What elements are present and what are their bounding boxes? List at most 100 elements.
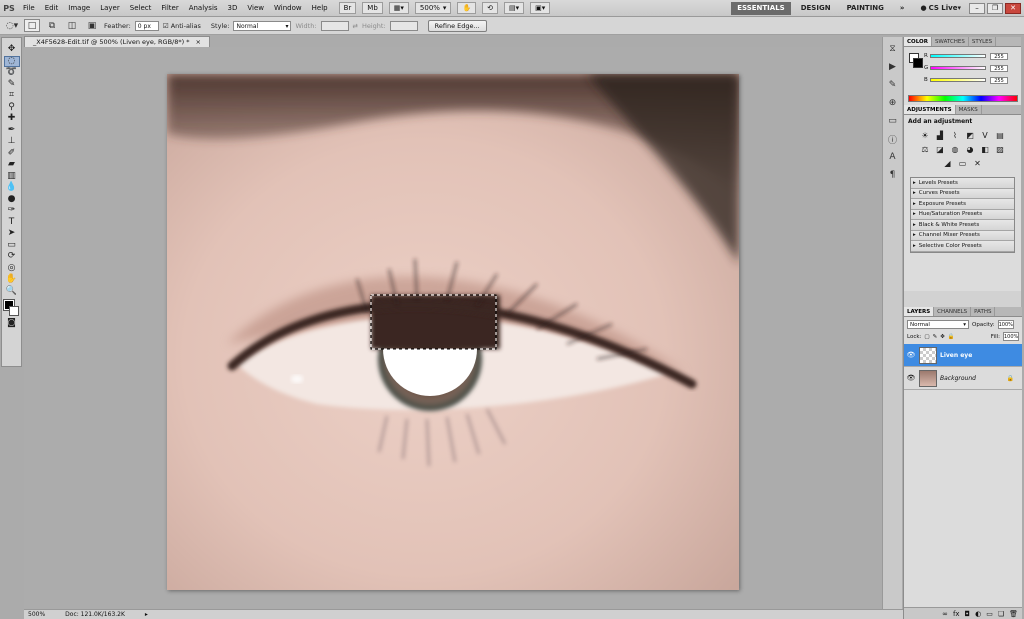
image-canvas[interactable] — [167, 74, 739, 590]
menu-help[interactable]: Help — [307, 4, 333, 12]
actions-icon[interactable]: ▶ — [885, 61, 901, 73]
status-zoom[interactable]: 500% — [28, 611, 45, 618]
menu-select[interactable]: Select — [125, 4, 157, 12]
new-selection-button[interactable]: □ — [24, 19, 40, 32]
workspace-essentials[interactable]: ESSENTIALS — [731, 1, 791, 15]
eye-icon[interactable]: 👁 — [906, 374, 916, 382]
black-white-icon[interactable]: ◪ — [934, 144, 946, 155]
3d-orbit-tool-icon[interactable]: ◎ — [4, 263, 20, 275]
add-mask-icon[interactable]: ◘ — [965, 610, 971, 618]
antialias-checkbox[interactable]: ☑ Anti-alias — [163, 22, 201, 30]
channel-mixer-icon[interactable]: ◕ — [964, 144, 976, 155]
close-button[interactable]: ✕ — [1005, 2, 1021, 14]
menu-edit[interactable]: Edit — [40, 4, 64, 12]
subtract-selection-button[interactable]: ◫ — [64, 19, 80, 32]
red-value[interactable]: 255 — [990, 52, 1008, 60]
disclosure-triangle-icon[interactable]: ▸ — [913, 180, 916, 186]
tab-paths[interactable]: PATHS — [971, 307, 996, 316]
feather-input[interactable]: 0 px — [134, 20, 159, 31]
menu-layer[interactable]: Layer — [95, 4, 125, 12]
blur-tool-icon[interactable]: 💧 — [4, 182, 20, 194]
eraser-tool-icon[interactable]: ▰ — [4, 159, 20, 171]
history-icon[interactable]: ⧖ — [885, 43, 901, 55]
workspace-design[interactable]: DESIGN — [795, 2, 837, 15]
brightness-icon[interactable]: ☀ — [919, 130, 931, 141]
color-balance-icon[interactable]: ⚖ — [919, 144, 931, 155]
document-tab[interactable]: _X4F5628-Edit.tif @ 500% (Liven eye, RGB… — [24, 36, 210, 47]
move-tool-icon[interactable]: ✥ — [4, 44, 20, 56]
spot-healing-tool-icon[interactable]: ✚ — [4, 113, 20, 125]
color-spectrum[interactable] — [908, 95, 1018, 102]
width-input[interactable] — [320, 20, 349, 31]
disclosure-triangle-icon[interactable]: ▸ — [913, 222, 916, 228]
disclosure-triangle-icon[interactable]: ▸ — [913, 243, 916, 249]
adjustment-layer-icon[interactable]: ◐ — [975, 610, 981, 618]
zoom-tool-icon[interactable]: 🔍 — [4, 286, 20, 298]
arrange-documents-button[interactable]: ▤▾ — [504, 2, 525, 14]
new-layer-icon[interactable]: ❏ — [998, 610, 1004, 618]
threshold-icon[interactable]: ◢ — [942, 158, 954, 169]
intersect-selection-button[interactable]: ▣ — [84, 19, 100, 32]
quick-mask-icon[interactable]: ◙ — [4, 318, 20, 330]
red-slider[interactable]: R 255 — [924, 52, 1020, 60]
type-tool-icon[interactable]: T — [4, 217, 20, 229]
blue-value[interactable]: 255 — [990, 76, 1008, 84]
hand-tool-button[interactable]: ✋ — [457, 2, 477, 14]
menu-file[interactable]: File — [18, 4, 40, 12]
minimize-button[interactable]: – — [969, 2, 985, 14]
mini-bridge-button[interactable]: Mb — [362, 2, 383, 14]
lock-pixels-icon[interactable]: ✎ — [933, 334, 938, 340]
clone-source-icon[interactable]: ⊕ — [885, 97, 901, 109]
tab-adjustments[interactable]: ADJUSTMENTS — [904, 105, 956, 114]
close-document-icon[interactable]: × — [195, 38, 200, 46]
exposure-icon[interactable]: ◩ — [964, 130, 976, 141]
eyedropper-tool-icon[interactable]: ⚲ — [4, 102, 20, 114]
add-selection-button[interactable]: ⧉ — [44, 19, 60, 32]
screen-mode-button[interactable]: ▣▾ — [530, 2, 551, 14]
bg-color-chip[interactable] — [913, 58, 923, 68]
zoom-level-select[interactable]: 500% ▾ — [414, 2, 452, 14]
photo-filter-icon[interactable]: ◍ — [949, 144, 961, 155]
fill-input[interactable]: 100% — [1003, 332, 1019, 341]
blue-slider[interactable]: B 255 — [924, 76, 1020, 84]
preset-item[interactable]: ▸ Selective Color Presets — [911, 241, 1014, 252]
disclosure-triangle-icon[interactable]: ▸ — [913, 201, 916, 207]
green-value[interactable]: 255 — [990, 64, 1008, 72]
lock-position-icon[interactable]: ✥ — [940, 334, 945, 340]
menu-view[interactable]: View — [242, 4, 269, 12]
opacity-input[interactable]: 100% — [997, 320, 1014, 329]
gradient-map-icon[interactable]: ▭ — [957, 158, 969, 169]
tool-preset-picker[interactable]: ◌▾ — [4, 19, 20, 32]
preset-item[interactable]: ▸ Exposure Presets — [911, 199, 1014, 210]
preset-item[interactable]: ▸ Channel Mixer Presets — [911, 230, 1014, 241]
style-select[interactable]: Normal — [233, 20, 292, 31]
brushes-icon[interactable]: ✎ — [885, 79, 901, 91]
crop-tool-icon[interactable]: ⌗ — [4, 90, 20, 102]
navigator-icon[interactable]: ▭ — [885, 115, 901, 127]
extras-button[interactable]: ▦▾ — [388, 2, 409, 14]
tab-swatches[interactable]: SWATCHES — [932, 37, 969, 46]
tab-color[interactable]: COLOR — [904, 37, 932, 46]
posterize-icon[interactable]: ▨ — [994, 144, 1006, 155]
disclosure-triangle-icon[interactable]: ▸ — [913, 190, 916, 196]
dodge-tool-icon[interactable]: ● — [4, 194, 20, 206]
tab-styles[interactable]: STYLES — [969, 37, 997, 46]
levels-icon[interactable]: ▟ — [934, 130, 946, 141]
group-icon[interactable]: ▭ — [986, 610, 993, 618]
green-slider[interactable]: G 255 — [924, 64, 1020, 72]
more-workspaces-button[interactable]: » — [894, 2, 911, 15]
menu-image[interactable]: Image — [63, 4, 95, 12]
bridge-button[interactable]: Br — [338, 2, 357, 14]
clone-stamp-tool-icon[interactable]: ⊥ — [4, 136, 20, 148]
trash-icon[interactable]: 🗑 — [1009, 610, 1018, 618]
path-selection-tool-icon[interactable]: ➤ — [4, 228, 20, 240]
rotate-view-button[interactable]: ⟲ — [482, 2, 499, 14]
tab-layers[interactable]: LAYERS — [904, 307, 935, 316]
link-layers-icon[interactable]: ∞ — [942, 610, 948, 618]
swap-icon[interactable]: ⇄ — [353, 22, 358, 30]
cs-live-button[interactable]: ● CS Live ▾ — [914, 2, 967, 15]
brush-tool-icon[interactable]: ✒ — [4, 125, 20, 137]
tab-channels[interactable]: CHANNELS — [934, 307, 972, 316]
3d-rotate-tool-icon[interactable]: ⟳ — [4, 251, 20, 263]
menu-filter[interactable]: Filter — [156, 4, 183, 12]
